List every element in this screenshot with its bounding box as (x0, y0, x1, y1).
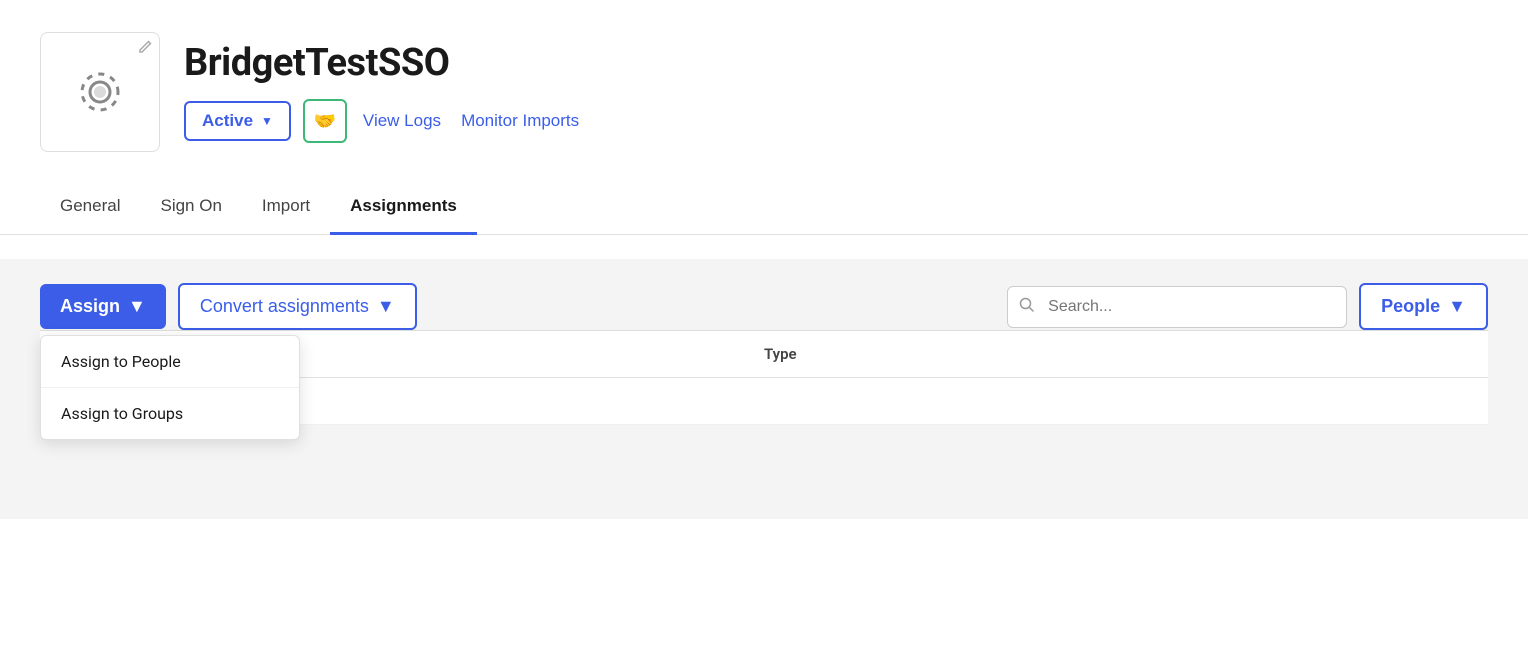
search-icon (1019, 297, 1035, 317)
active-chevron-icon: ▼ (261, 114, 273, 128)
cell-type (764, 392, 1468, 410)
assign-to-people-item[interactable]: Assign to People (41, 336, 299, 388)
tab-sign-on[interactable]: Sign On (140, 180, 241, 235)
convert-chevron-icon: ▼ (377, 296, 395, 317)
handshake-button[interactable]: 🤝 (303, 99, 347, 143)
assign-dropdown-menu: Assign to People Assign to Groups (40, 335, 300, 440)
edit-icon-button[interactable] (137, 39, 153, 58)
pencil-icon (137, 39, 153, 55)
column-type: Type (764, 345, 1468, 363)
active-label: Active (202, 111, 253, 131)
header: BridgetTestSSO Active ▼ 🤝 View Logs Moni… (0, 0, 1528, 152)
assign-label: Assign (60, 296, 120, 317)
assignments-content: Assign ▼ Assign to People Assign to Grou… (0, 259, 1528, 519)
gear-icon-main (70, 62, 130, 122)
tab-navigation: General Sign On Import Assignments (0, 180, 1528, 235)
people-label: People (1381, 296, 1440, 317)
assign-dropdown-wrapper: Assign ▼ Assign to People Assign to Grou… (40, 284, 166, 329)
app-icon-box (40, 32, 160, 152)
people-filter-button[interactable]: People ▼ (1359, 283, 1488, 330)
assign-to-groups-item[interactable]: Assign to Groups (41, 388, 299, 439)
search-input[interactable] (1007, 286, 1347, 328)
convert-label: Convert assignments (200, 296, 369, 317)
assign-chevron-icon: ▼ (128, 296, 146, 317)
tab-import[interactable]: Import (242, 180, 330, 235)
active-status-button[interactable]: Active ▼ (184, 101, 291, 141)
people-chevron-icon: ▼ (1448, 296, 1466, 317)
assign-button[interactable]: Assign ▼ (40, 284, 166, 329)
tab-assignments[interactable]: Assignments (330, 180, 477, 235)
convert-assignments-button[interactable]: Convert assignments ▼ (178, 283, 417, 330)
header-info: BridgetTestSSO Active ▼ 🤝 View Logs Moni… (184, 41, 583, 143)
header-actions: Active ▼ 🤝 View Logs Monitor Imports (184, 99, 583, 143)
tab-general[interactable]: General (40, 180, 140, 235)
search-container (1007, 286, 1347, 328)
toolbar: Assign ▼ Assign to People Assign to Grou… (40, 283, 1488, 330)
handshake-emoji: 🤝 (314, 111, 336, 132)
view-logs-button[interactable]: View Logs (359, 111, 445, 131)
monitor-imports-button[interactable]: Monitor Imports (457, 111, 583, 131)
app-title: BridgetTestSSO (184, 41, 583, 85)
